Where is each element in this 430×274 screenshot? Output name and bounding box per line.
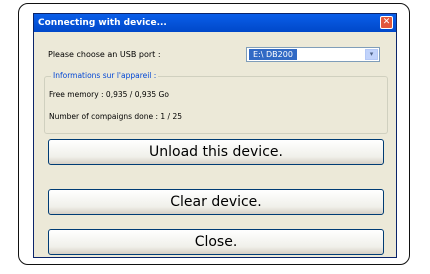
close-button[interactable]: Close. <box>48 229 384 255</box>
usb-port-selected-value: E:\ DB200 <box>249 49 297 60</box>
unload-device-button[interactable]: Unload this device. <box>48 139 384 165</box>
close-window-button[interactable]: ✕ <box>380 16 393 29</box>
free-memory-text: Free memory : 0,935 / 0,935 Go <box>49 90 169 99</box>
device-info-group: Informations sur l'appareil : Free memor… <box>44 71 388 134</box>
title-bar: Connecting with device... ✕ <box>34 14 396 32</box>
clear-device-button[interactable]: Clear device. <box>48 189 384 215</box>
device-info-legend: Informations sur l'appareil : <box>51 71 159 80</box>
usb-port-dropdown[interactable]: E:\ DB200 ▾ <box>246 47 380 62</box>
close-icon: ✕ <box>382 17 391 27</box>
connect-dialog: Connecting with device... ✕ Please choos… <box>33 13 397 258</box>
chevron-down-icon[interactable]: ▾ <box>365 49 378 60</box>
usb-port-label: Please choose an USB port : <box>48 50 161 59</box>
window-title: Connecting with device... <box>38 18 167 28</box>
compaigns-count-text: Number of compaigns done : 1 / 25 <box>49 112 183 121</box>
